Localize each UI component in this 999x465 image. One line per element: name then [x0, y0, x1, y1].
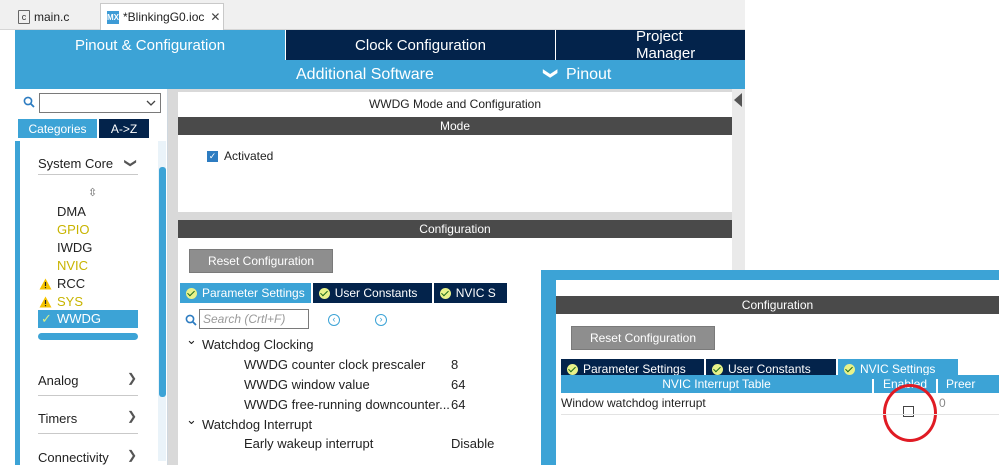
connectivity-section[interactable]: Connectivity [38, 450, 109, 465]
tab-project-manager[interactable]: Project Manager [555, 28, 745, 62]
tab-nvic-settings[interactable]: NVIC S [433, 283, 509, 303]
tab-label: main.c [34, 9, 70, 24]
check-icon [186, 287, 197, 299]
param-value[interactable]: Disable [451, 436, 494, 451]
close-icon[interactable]: ✕ [210, 10, 220, 24]
tab-label: *BlinkingG0.ioc [123, 10, 205, 24]
chevron-right-icon[interactable]: ❯ [127, 371, 137, 385]
param-name[interactable]: WWDG free-running downcounter... [244, 397, 450, 412]
list-item-rcc[interactable]: RCC [57, 276, 85, 291]
tab-user-constants[interactable]: User Constants [312, 283, 434, 303]
reset-configuration-button[interactable]: Reset Configuration [189, 249, 333, 273]
check-icon [439, 287, 451, 299]
warning-icon [39, 278, 52, 290]
expand-toggle-icon[interactable]: ⌄ [186, 412, 197, 428]
search-icon [185, 314, 197, 326]
highlight-circle [883, 384, 937, 442]
chevron-down-icon[interactable]: ❯ [124, 158, 138, 168]
column-header-interrupt[interactable]: NVIC Interrupt Table [561, 375, 872, 393]
search-icon [23, 96, 35, 108]
tab-clock-configuration[interactable]: Clock Configuration [285, 30, 555, 60]
progress-bar [38, 333, 138, 340]
collapse-arrow-icon[interactable] [734, 93, 742, 107]
chevron-right-icon[interactable]: ❯ [127, 448, 137, 462]
tab-label: User Constants [334, 286, 418, 300]
page-title: WWDG Mode and Configuration [368, 97, 542, 111]
chevron-down-icon[interactable]: ❯ [542, 68, 559, 80]
reset-configuration-button[interactable]: Reset Configuration [571, 326, 715, 350]
check-icon [567, 363, 578, 375]
column-header-preemption[interactable]: Preer [938, 375, 999, 393]
preemption-value[interactable]: 0 [939, 396, 946, 410]
tab-a-z[interactable]: A->Z [99, 119, 149, 138]
tab-main-c[interactable]: c main.c [12, 3, 75, 30]
parameter-search-input[interactable]: Search (Crtl+F) [199, 309, 309, 329]
interrupt-name: Window watchdog interrupt [561, 396, 706, 410]
parameter-tabs: Parameter Settings User Constants NVIC S [180, 283, 509, 303]
check-icon [712, 363, 723, 375]
expand-toggle-icon[interactable]: ⌄ [186, 332, 197, 348]
activated-label: Activated [224, 149, 274, 163]
warning-icon [39, 296, 52, 308]
category-search-input[interactable] [39, 93, 161, 113]
param-value[interactable]: 8 [451, 357, 458, 372]
tab-categories[interactable]: Categories [18, 119, 97, 138]
tab-blinking-ioc[interactable]: MX *BlinkingG0.ioc ✕ [100, 3, 224, 30]
blank-area [745, 0, 999, 270]
param-name[interactable]: WWDG counter clock prescaler [244, 357, 425, 372]
configuration-header: Configuration [178, 220, 732, 238]
divider [38, 433, 138, 434]
nvic-settings-overlay: Configuration Reset Configuration Parame… [541, 270, 999, 465]
pinout-menu[interactable]: Pinout [566, 66, 611, 84]
top-navigation: Pinout & Configuration Clock Configurati… [15, 28, 745, 62]
chevron-right-icon[interactable]: ❯ [127, 409, 137, 423]
system-core-section[interactable]: System Core [38, 156, 113, 171]
check-icon: ✓ [41, 311, 52, 326]
next-icon[interactable]: › [375, 314, 387, 326]
mode-header: Mode [178, 117, 732, 135]
c-file-icon: c [18, 9, 30, 24]
mx-icon: MX [107, 10, 119, 24]
param-value[interactable]: 64 [451, 377, 465, 392]
param-name[interactable]: Early wakeup interrupt [244, 436, 373, 451]
scrollbar-thumb[interactable] [159, 167, 166, 397]
list-item-nvic[interactable]: NVIC [57, 258, 88, 273]
watchdog-clocking-group[interactable]: Watchdog Clocking [202, 337, 314, 352]
additional-software-link[interactable]: Additional Software [296, 66, 434, 84]
tab-label: User Constants [728, 362, 811, 376]
overlay-panel: Configuration Reset Configuration Parame… [556, 280, 999, 465]
tab-parameter-settings[interactable]: Parameter Settings [180, 283, 313, 303]
list-item-wwdg[interactable]: WWDG [57, 311, 101, 326]
check-icon [844, 363, 855, 375]
list-item-gpio[interactable]: GPIO [57, 222, 90, 237]
tab-label: NVIC Settings [860, 362, 936, 376]
divider [38, 174, 138, 175]
activated-checkbox[interactable]: ✓ [207, 151, 218, 162]
param-name[interactable]: WWDG window value [244, 377, 370, 392]
param-value[interactable]: 64 [451, 397, 465, 412]
list-item-iwdg[interactable]: IWDG [57, 240, 92, 255]
tab-pinout-configuration[interactable]: Pinout & Configuration [15, 30, 285, 60]
list-item-dma[interactable]: DMA [57, 204, 86, 219]
chevron-down-icon[interactable] [146, 99, 156, 107]
editor-tab-bar: c main.c MX *BlinkingG0.ioc ✕ [0, 0, 745, 30]
list-item-sys[interactable]: SYS [57, 294, 83, 309]
analog-section[interactable]: Analog [38, 373, 78, 388]
category-accent-bar [15, 141, 20, 465]
timers-section[interactable]: Timers [38, 411, 77, 426]
section-label: System Core [38, 156, 114, 171]
sort-icon[interactable]: ⇳ [88, 186, 97, 199]
tab-label: NVIC S [455, 286, 496, 300]
divider [38, 395, 138, 396]
watchdog-interrupt-group[interactable]: Watchdog Interrupt [202, 417, 312, 432]
divider [561, 414, 999, 415]
tab-label: Parameter Settings [583, 362, 686, 376]
check-icon [318, 287, 330, 299]
sub-navigation: Additional Software ❯ Pinout [15, 60, 745, 89]
category-panel: Categories A->Z System Core ❯ ⇳ DMA GPIO… [15, 89, 168, 465]
configuration-header: Configuration [556, 296, 999, 314]
previous-icon[interactable]: ‹ [328, 314, 340, 326]
tab-label: Parameter Settings [202, 286, 305, 300]
